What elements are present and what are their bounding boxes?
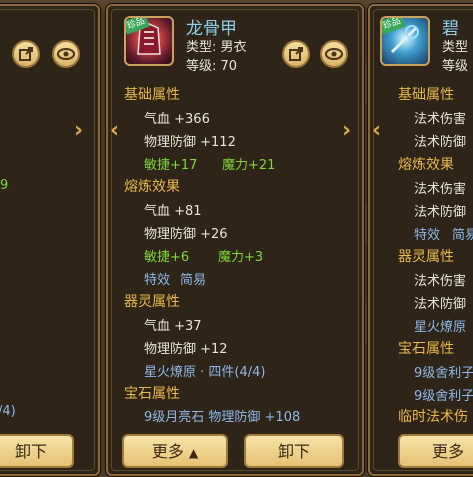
unequip-button[interactable]: 卸下 <box>244 434 344 468</box>
section-basic: 基础属性 <box>124 87 180 103</box>
item-level: 等级: 70 <box>186 59 238 74</box>
right-gem-1: 9级舍利子 <box>414 366 473 381</box>
prev-arrow[interactable]: ‹ <box>110 118 119 143</box>
right-section-temp: 临时法术伤 <box>398 409 468 425</box>
right-spirit-set: 星火燎原 <box>414 320 467 335</box>
right-section-refine: 熔炼效果 <box>398 157 454 173</box>
basic-agi: 敏捷+17 <box>144 158 198 173</box>
unequip-button-left[interactable]: 卸下 <box>0 434 74 468</box>
right-section-spirit: 器灵属性 <box>398 249 454 265</box>
item-type-right: 类型 <box>442 40 469 55</box>
section-gem: 宝石属性 <box>124 386 180 402</box>
refine-magic: 魔力+3 <box>218 250 264 265</box>
item-level-right: 等级 <box>442 59 469 74</box>
refine-agi: 敏捷+6 <box>144 250 190 265</box>
left-item-panel: › 9 /4) 卸下 <box>0 4 100 476</box>
section-refine: 熔炼效果 <box>124 179 180 195</box>
spirit-set: 星火燎原 · 四件(4/4) <box>144 365 266 380</box>
section-spirit: 器灵属性 <box>124 294 180 310</box>
view-button-left[interactable] <box>52 40 80 68</box>
share-button[interactable] <box>282 40 310 68</box>
spirit-hp: 气血 +37 <box>144 319 202 334</box>
right-refine-1: 法术伤害 <box>414 182 467 197</box>
eye-icon <box>325 48 343 60</box>
right-section-gem: 宝石属性 <box>398 341 454 357</box>
right-basic-1: 法术伤害 <box>414 112 467 127</box>
spirit-pdef: 物理防御 +12 <box>144 342 228 357</box>
partial-count: /4) <box>0 404 16 419</box>
refine-hp: 气血 +81 <box>144 204 202 219</box>
gem-line: 9级月亮石 物理防御 +108 <box>144 410 301 425</box>
item-type: 类型: 男衣 <box>186 40 247 55</box>
more-button[interactable]: 更多 ▲ <box>122 434 228 468</box>
right-refine-easy: 简易 <box>452 228 473 243</box>
view-button[interactable] <box>320 40 348 68</box>
right-basic-2: 法术防御 <box>414 135 467 150</box>
more-button-right[interactable]: 更多 <box>398 434 473 468</box>
right-gem-2: 9级舍利子 <box>414 389 473 404</box>
share-button-left[interactable] <box>12 40 40 68</box>
refine-pdef: 物理防御 +26 <box>144 227 228 242</box>
right-spirit-1: 法术伤害 <box>414 274 467 289</box>
right-item-panel: 珍品 碧 类型 等级 ‹ 基础属性 法术伤害 法术防御 熔炼效果 法术伤害 法术… <box>368 4 473 476</box>
share-icon <box>19 47 33 61</box>
right-refine-2: 法术防御 <box>414 205 467 220</box>
center-item-panel: 珍品 龙骨甲 类型: 男衣 等级: 70 ‹ › 基础属性 气血 +366 物理… <box>106 4 364 476</box>
partial-value: 9 <box>0 178 9 193</box>
share-icon <box>289 47 303 61</box>
next-arrow[interactable]: › <box>342 118 351 143</box>
right-spirit-2: 法术防御 <box>414 297 467 312</box>
refine-easy: 简易 <box>180 273 207 288</box>
chevron-up-icon: ▲ <box>188 446 199 460</box>
right-section-basic: 基础属性 <box>398 87 454 103</box>
prev-arrow-right[interactable]: ‹ <box>372 118 381 143</box>
item-icon-right: 珍品 <box>380 16 430 66</box>
right-refine-effect: 特效 <box>414 228 441 243</box>
refine-effect: 特效 <box>144 273 171 288</box>
basic-pdef: 物理防御 +112 <box>144 135 236 150</box>
basic-magic: 魔力+21 <box>222 158 276 173</box>
more-label: 更多 <box>151 442 184 461</box>
next-arrow-left[interactable]: › <box>74 118 83 143</box>
eye-icon <box>57 48 75 60</box>
basic-hp: 气血 +366 <box>144 112 210 127</box>
item-icon: 珍品 <box>124 16 174 66</box>
